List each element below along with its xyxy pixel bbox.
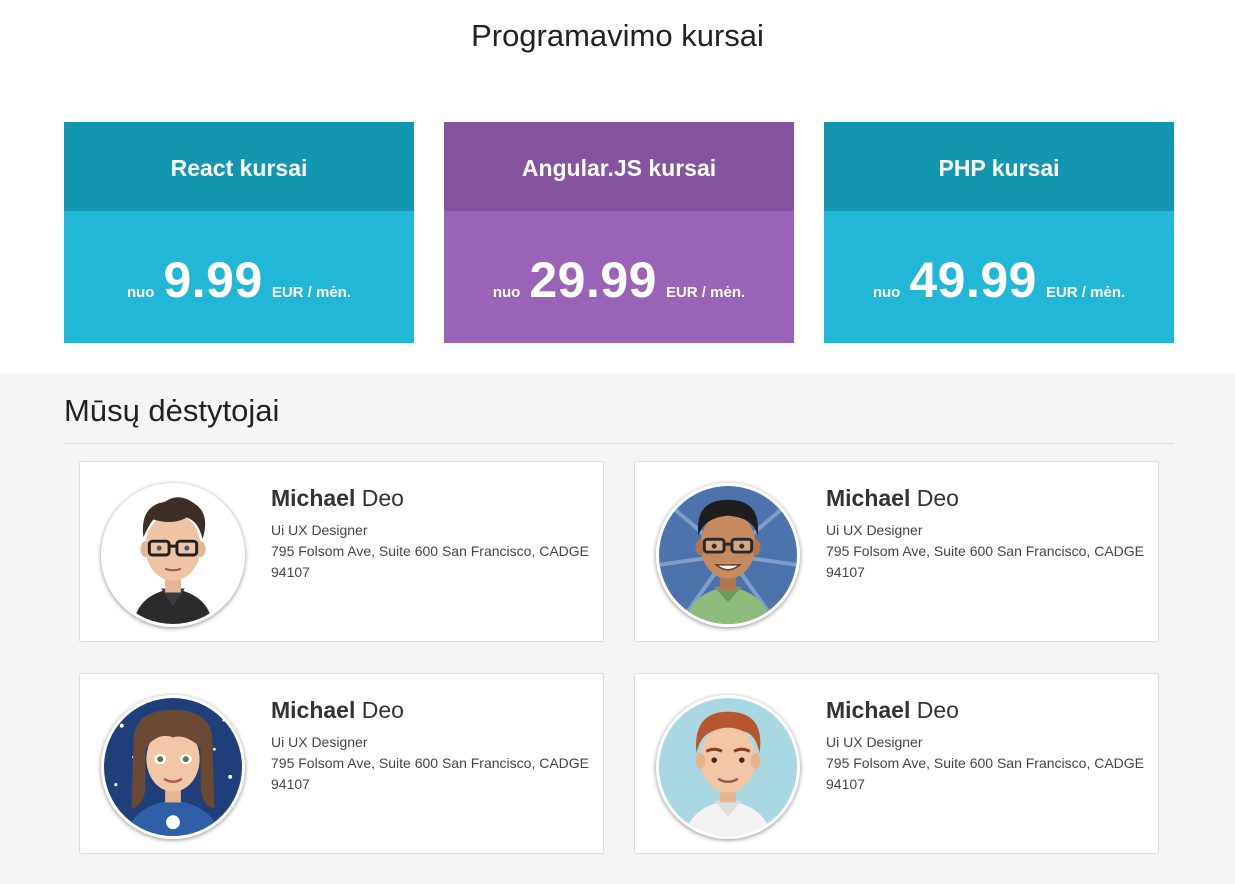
course-price-panel: nuo 29.99 EUR / mėn. xyxy=(444,211,794,343)
team-member-card: Michael Deo Ui UX Designer 795 Folsom Av… xyxy=(79,673,604,854)
member-name: Michael Deo xyxy=(271,484,404,512)
avatar-redhead-man-icon xyxy=(656,695,800,839)
course-price-panel: nuo 49.99 EUR / mėn. xyxy=(824,211,1174,343)
price-unit: EUR / mėn. xyxy=(1045,283,1126,301)
price-line: nuo 9.99 EUR / mėn. xyxy=(127,255,351,305)
price-value: 29.99 xyxy=(529,251,657,308)
price-unit: EUR / mėn. xyxy=(271,283,351,301)
team-member-card: Michael Deo Ui UX Designer 795 Folsom Av… xyxy=(634,461,1159,642)
divider xyxy=(64,443,1174,444)
member-role: Ui UX Designer xyxy=(826,522,923,538)
page-title: Programavimo kursai xyxy=(471,18,764,53)
member-first-name: Michael xyxy=(826,485,911,511)
member-name: Michael Deo xyxy=(271,696,404,724)
member-last-name: Deo xyxy=(916,697,959,723)
member-role: Ui UX Designer xyxy=(271,522,368,538)
course-title: PHP kursai xyxy=(824,122,1174,211)
member-address: 795 Folsom Ave, Suite 600 San Francisco,… xyxy=(826,755,1145,792)
price-line: nuo 29.99 EUR / mėn. xyxy=(493,255,745,305)
team-member-card: Michael Deo Ui UX Designer 795 Folsom Av… xyxy=(634,673,1159,854)
member-role: Ui UX Designer xyxy=(271,734,368,750)
avatar-glasses-green-shirt-icon xyxy=(656,483,800,627)
member-name: Michael Deo xyxy=(826,484,959,512)
course-title: Angular.JS kursai xyxy=(444,122,794,211)
course-card-angular[interactable]: Angular.JS kursai nuo 29.99 EUR / mėn. xyxy=(444,122,794,343)
course-card-react[interactable]: React kursai nuo 9.99 EUR / mėn. xyxy=(64,122,414,343)
member-first-name: Michael xyxy=(271,485,356,511)
member-last-name: Deo xyxy=(361,697,404,723)
member-first-name: Michael xyxy=(826,697,911,723)
price-prefix: nuo xyxy=(872,283,901,301)
member-name: Michael Deo xyxy=(826,696,959,724)
team-member-card: Michael Deo Ui UX Designer 795 Folsom Av… xyxy=(79,461,604,642)
member-address: 795 Folsom Ave, Suite 600 San Francisco,… xyxy=(271,755,590,792)
member-role: Ui UX Designer xyxy=(826,734,923,750)
team-section: Mūsų dėstytojai Michael Deo Ui UX Design… xyxy=(0,373,1235,884)
member-address: 795 Folsom Ave, Suite 600 San Francisco,… xyxy=(826,543,1145,580)
price-prefix: nuo xyxy=(492,283,521,301)
member-address: 795 Folsom Ave, Suite 600 San Francisco,… xyxy=(271,543,590,580)
price-line: nuo 49.99 EUR / mėn. xyxy=(873,255,1125,305)
member-last-name: Deo xyxy=(916,485,959,511)
price-value: 9.99 xyxy=(163,251,263,308)
price-value: 49.99 xyxy=(909,251,1037,308)
member-last-name: Deo xyxy=(361,485,404,511)
course-title: React kursai xyxy=(64,122,414,211)
price-prefix: nuo xyxy=(126,283,155,301)
course-card-php[interactable]: PHP kursai nuo 49.99 EUR / mėn. xyxy=(824,122,1174,343)
course-price-panel: nuo 9.99 EUR / mėn. xyxy=(64,211,414,343)
avatar-glasses-dark-hair-icon xyxy=(101,483,245,627)
price-unit: EUR / mėn. xyxy=(665,283,746,301)
team-section-title: Mūsų dėstytojai xyxy=(64,393,280,428)
member-first-name: Michael xyxy=(271,697,356,723)
avatar-woman-starry-icon xyxy=(101,695,245,839)
